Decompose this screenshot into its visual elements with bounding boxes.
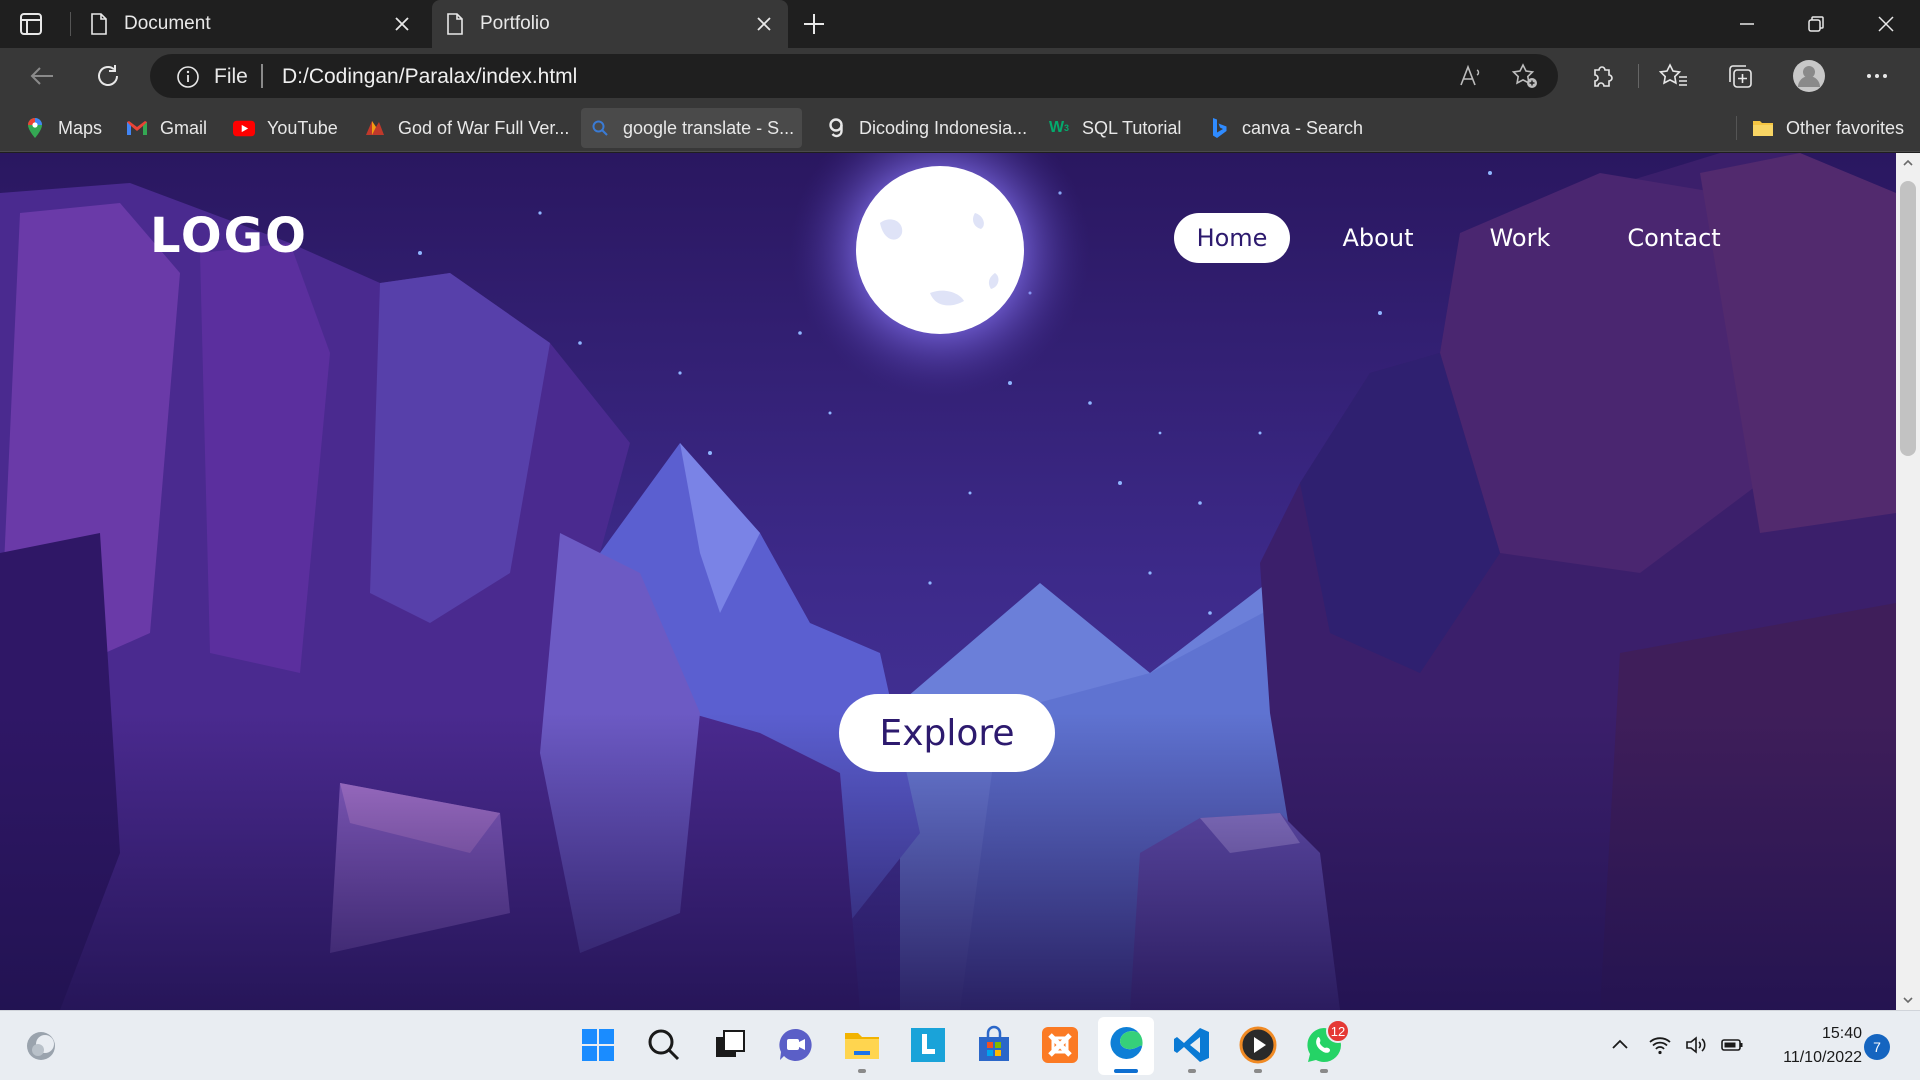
address-bar[interactable]: File D:/Codingan/Paralax/index.html bbox=[150, 54, 1558, 98]
tab-portfolio[interactable]: Portfolio bbox=[432, 0, 788, 48]
clock-date: 11/10/2022 bbox=[1783, 1049, 1862, 1066]
other-favorites[interactable]: Other favorites bbox=[1744, 108, 1912, 148]
add-favorite-icon[interactable] bbox=[1510, 61, 1540, 91]
favorite-youtube[interactable]: YouTube bbox=[225, 108, 346, 148]
task-view-icon[interactable] bbox=[710, 1025, 750, 1065]
scroll-up-icon[interactable] bbox=[1902, 157, 1914, 169]
search-icon bbox=[589, 117, 611, 139]
tab-title: Document bbox=[124, 13, 211, 34]
widgets-icon[interactable] bbox=[22, 1027, 60, 1065]
favorite-dicoding[interactable]: Dicoding Indonesia... bbox=[817, 108, 1035, 148]
notification-count-badge[interactable]: 7 bbox=[1864, 1034, 1890, 1060]
back-icon[interactable] bbox=[27, 61, 57, 91]
favorite-label: Other favorites bbox=[1786, 117, 1905, 138]
nav-contact[interactable]: Contact bbox=[1600, 213, 1748, 263]
system-clock[interactable]: 15:40 11/10/2022 bbox=[1762, 1022, 1862, 1070]
close-icon[interactable] bbox=[392, 14, 412, 34]
running-indicator bbox=[1188, 1069, 1196, 1073]
favorite-maps[interactable]: Maps bbox=[16, 108, 110, 148]
media-player-icon[interactable] bbox=[1238, 1025, 1278, 1065]
page-icon bbox=[91, 13, 107, 35]
active-indicator bbox=[1114, 1069, 1138, 1073]
page-icon bbox=[447, 13, 463, 35]
youtube-icon bbox=[233, 117, 255, 139]
collections-icon[interactable] bbox=[1725, 61, 1755, 91]
scrollbar-thumb[interactable] bbox=[1900, 181, 1916, 456]
extensions-icon[interactable] bbox=[1587, 61, 1617, 91]
store-icon[interactable] bbox=[974, 1025, 1014, 1065]
volume-icon[interactable] bbox=[1684, 1033, 1708, 1057]
vscode-icon[interactable] bbox=[1172, 1025, 1212, 1065]
url-scheme-label: File bbox=[214, 65, 248, 88]
dicoding-icon bbox=[825, 117, 847, 139]
favorite-label: canva - Search bbox=[1242, 117, 1364, 138]
moon bbox=[856, 166, 1024, 334]
favorite-label: google translate - S... bbox=[623, 117, 795, 138]
running-indicator bbox=[1254, 1069, 1262, 1073]
bing-icon bbox=[1208, 117, 1230, 139]
new-tab-icon[interactable] bbox=[802, 12, 826, 36]
gmail-icon bbox=[126, 117, 148, 139]
favorite-label: Maps bbox=[58, 117, 103, 138]
refresh-icon[interactable] bbox=[93, 61, 123, 91]
toolbar-divider bbox=[1638, 64, 1639, 88]
tab-actions-icon[interactable] bbox=[18, 11, 44, 37]
page-scrollbar[interactable] bbox=[1896, 153, 1920, 1010]
favorite-sql-tutorial[interactable]: W3 SQL Tutorial bbox=[1040, 108, 1189, 148]
favorite-gmail[interactable]: Gmail bbox=[118, 108, 215, 148]
url-text[interactable]: D:/Codingan/Paralax/index.html bbox=[282, 65, 577, 89]
favorites-icon[interactable] bbox=[1659, 61, 1689, 91]
search-icon[interactable] bbox=[644, 1025, 684, 1065]
nav-work[interactable]: Work bbox=[1462, 213, 1578, 263]
wifi-icon[interactable] bbox=[1648, 1033, 1672, 1057]
tab-title: Portfolio bbox=[480, 13, 550, 34]
teams-chat-icon[interactable] bbox=[776, 1025, 816, 1065]
tab-document[interactable]: Document bbox=[70, 0, 426, 48]
favorites-divider bbox=[1736, 116, 1737, 140]
read-aloud-icon[interactable] bbox=[1456, 61, 1486, 91]
scroll-down-icon[interactable] bbox=[1902, 994, 1914, 1006]
w3schools-icon: W3 bbox=[1048, 119, 1070, 136]
whatsapp-unread-badge: 12 bbox=[1326, 1019, 1350, 1043]
browser-tab-strip: Document Portfolio bbox=[0, 0, 1920, 48]
nav-home[interactable]: Home bbox=[1174, 213, 1290, 263]
running-indicator bbox=[858, 1069, 866, 1073]
favorite-label: Gmail bbox=[160, 117, 208, 138]
page-viewport: LOGO Home About Work Contact Explore bbox=[0, 153, 1896, 1010]
battery-icon[interactable] bbox=[1720, 1033, 1744, 1057]
restore-icon[interactable] bbox=[1804, 12, 1828, 36]
favorite-god-of-war[interactable]: God of War Full Ver... bbox=[356, 108, 577, 148]
favorites-bar: Maps Gmail YouTube God of War Full Ver..… bbox=[0, 104, 1920, 152]
windows-start-icon[interactable] bbox=[578, 1025, 618, 1065]
explore-button[interactable]: Explore bbox=[839, 694, 1055, 772]
running-indicator bbox=[1320, 1069, 1328, 1073]
favorite-label: Dicoding Indonesia... bbox=[859, 117, 1028, 138]
chevron-up-icon[interactable] bbox=[1608, 1033, 1632, 1057]
xampp-icon[interactable] bbox=[1040, 1025, 1080, 1065]
info-icon[interactable] bbox=[176, 65, 200, 89]
folder-icon bbox=[1752, 117, 1774, 139]
parallax-background-illustration bbox=[0, 153, 1896, 1010]
site-logo[interactable]: LOGO bbox=[150, 208, 308, 264]
game-icon bbox=[364, 117, 386, 139]
favorite-canva-search[interactable]: canva - Search bbox=[1200, 108, 1371, 148]
clock-time: 15:40 bbox=[1821, 1025, 1862, 1042]
file-explorer-icon[interactable] bbox=[842, 1025, 882, 1065]
browser-toolbar: File D:/Codingan/Paralax/index.html bbox=[0, 48, 1920, 104]
nav-about[interactable]: About bbox=[1318, 213, 1438, 263]
favorite-label: YouTube bbox=[267, 117, 338, 138]
close-window-icon[interactable] bbox=[1874, 12, 1898, 36]
favorite-label: God of War Full Ver... bbox=[398, 117, 570, 138]
profile-avatar-icon[interactable] bbox=[1793, 60, 1825, 92]
url-divider bbox=[261, 64, 263, 88]
favorite-google-translate[interactable]: google translate - S... bbox=[581, 108, 803, 148]
edge-icon[interactable] bbox=[1106, 1025, 1146, 1065]
lesson-app-icon[interactable] bbox=[908, 1025, 948, 1065]
close-icon[interactable] bbox=[754, 14, 774, 34]
more-menu-icon[interactable] bbox=[1862, 61, 1892, 91]
maps-icon bbox=[24, 117, 46, 139]
minimize-icon[interactable] bbox=[1735, 12, 1759, 36]
favorite-label: SQL Tutorial bbox=[1082, 117, 1182, 138]
windows-taskbar: 12 15:40 11/10/2022 7 bbox=[0, 1010, 1920, 1080]
